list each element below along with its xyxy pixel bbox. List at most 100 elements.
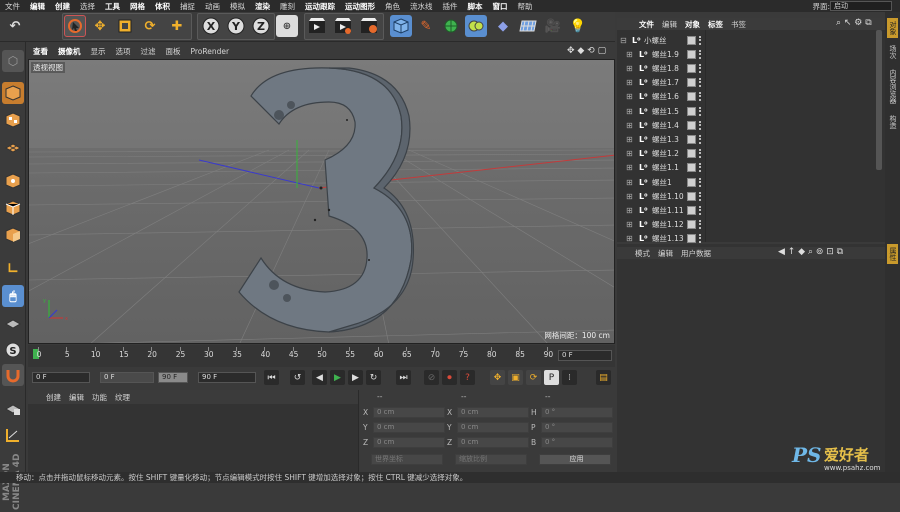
polygons-icon[interactable] — [2, 224, 24, 246]
object-row[interactable]: ⊞ L⁰ 螺丝1.10 — [618, 189, 874, 203]
visibility-checkbox[interactable] — [687, 220, 696, 230]
viewport-menu-item[interactable]: 过滤 — [136, 46, 161, 57]
attribute-menu-item[interactable]: 编辑 — [654, 248, 677, 259]
axis-mode-icon[interactable]: ∟ — [2, 258, 24, 280]
object-row[interactable]: ⊞ L⁰ 螺丝1.7 — [618, 76, 874, 90]
z-axis-icon[interactable]: Z — [250, 15, 272, 37]
coord-size-field[interactable]: 0 cm — [457, 407, 529, 418]
edges-icon[interactable] — [2, 197, 24, 219]
tree-expand-icon[interactable]: ⊞ — [626, 234, 633, 243]
attribute-menu-item[interactable]: 用户数据 — [677, 248, 715, 259]
visibility-checkbox[interactable] — [687, 106, 696, 116]
menu-item[interactable]: 选择 — [75, 1, 100, 12]
object-name[interactable]: 螺丝1.8 — [652, 63, 679, 74]
x-axis-icon[interactable]: X — [200, 15, 222, 37]
object-row[interactable]: ⊞ L⁰ 螺丝1.6 — [618, 90, 874, 104]
visibility-checkbox[interactable] — [687, 205, 696, 215]
workplane-icon[interactable] — [2, 136, 24, 158]
subdivision-icon[interactable] — [440, 15, 462, 37]
solo-icon[interactable] — [2, 424, 24, 446]
material-menu-item[interactable]: 功能 — [88, 392, 111, 403]
object-row[interactable]: ⊞ L⁰ 螺丝1.12 — [618, 218, 874, 232]
viewport-menu-item[interactable]: 显示 — [86, 46, 111, 57]
object-name[interactable]: 螺丝1.1 — [652, 162, 679, 173]
visibility-dots-icon[interactable] — [699, 134, 704, 144]
menu-item[interactable]: 体积 — [150, 1, 175, 12]
object-name[interactable]: 螺丝1.6 — [652, 91, 679, 102]
visibility-checkbox[interactable] — [687, 134, 696, 144]
next-key-icon[interactable]: ↻ — [366, 370, 381, 385]
render-to-picture-viewer-icon[interactable] — [332, 15, 354, 37]
end-frame-field[interactable]: 90 F — [198, 372, 256, 383]
visibility-dots-icon[interactable] — [699, 163, 704, 173]
object-row[interactable]: ⊞ L⁰ 螺丝1.9 — [618, 47, 874, 61]
next-frame-icon[interactable]: ▶ — [348, 370, 363, 385]
object-menu-item[interactable]: 标签 — [704, 19, 727, 30]
object-name[interactable]: 螺丝1.7 — [652, 77, 679, 88]
move-icon[interactable]: ✥ — [89, 15, 111, 37]
timeline-window-icon[interactable]: ▤ — [596, 370, 611, 385]
object-row[interactable]: ⊞ L⁰ 螺丝1 — [618, 175, 874, 189]
record-icon[interactable]: ⏺ — [442, 370, 457, 385]
material-menu-item[interactable]: 纹理 — [111, 392, 134, 403]
visibility-dots-icon[interactable] — [699, 177, 704, 187]
tab-structure[interactable]: 构造 — [887, 112, 898, 132]
coord-size-field[interactable]: 0 cm — [457, 437, 529, 448]
menu-item[interactable]: 角色 — [380, 1, 405, 12]
start-frame-field[interactable]: 0 F — [32, 372, 90, 383]
visibility-dots-icon[interactable] — [699, 49, 704, 59]
object-row[interactable]: ⊞ L⁰ 螺丝1.8 — [618, 61, 874, 75]
visibility-checkbox[interactable] — [687, 191, 696, 201]
scale-icon[interactable] — [114, 15, 136, 37]
menu-item[interactable]: 模拟 — [225, 1, 250, 12]
visibility-checkbox[interactable] — [687, 63, 696, 73]
layout-select[interactable]: 启动 — [830, 1, 892, 11]
camera-icon[interactable]: 🎥 — [542, 15, 564, 37]
tree-expand-icon[interactable]: ⊞ — [626, 135, 633, 144]
menu-item[interactable]: 运动跟踪 — [300, 1, 340, 12]
visibility-dots-icon[interactable] — [699, 106, 704, 116]
tree-expand-icon[interactable]: ⊞ — [626, 163, 633, 172]
menu-item[interactable]: 插件 — [438, 1, 463, 12]
visibility-dots-icon[interactable] — [699, 149, 704, 159]
menu-item[interactable]: 编辑 — [25, 1, 50, 12]
attribute-menu-item[interactable]: 模式 — [631, 248, 654, 259]
menu-item[interactable]: 帮助 — [513, 1, 538, 12]
tree-expand-icon[interactable]: ⊞ — [626, 92, 633, 101]
object-manager-search-icons[interactable]: ⌕ ↖ ⚙ ⧉ — [836, 18, 872, 28]
mograph-icon[interactable] — [465, 15, 487, 37]
menu-item[interactable]: 脚本 — [463, 1, 488, 12]
menu-item[interactable]: 创建 — [50, 1, 75, 12]
attribute-manager[interactable] — [617, 244, 885, 472]
coord-rotation-field[interactable]: 0 ° — [541, 437, 613, 448]
y-axis-icon[interactable]: Y — [225, 15, 247, 37]
tree-expand-icon[interactable]: ⊞ — [626, 78, 633, 87]
visibility-checkbox[interactable] — [687, 149, 696, 159]
tree-expand-icon[interactable]: ⊞ — [626, 149, 633, 158]
tab-takes[interactable]: 场次 — [887, 42, 898, 62]
viewport-menu-item[interactable]: 摄像机 — [53, 46, 86, 57]
scale-ratio-select[interactable]: 缩放比例 — [455, 454, 527, 465]
tree-expand-icon[interactable]: ⊞ — [626, 178, 633, 187]
deformer-icon[interactable]: ◆ — [492, 15, 514, 37]
coord-rotation-field[interactable]: 0 ° — [541, 422, 613, 433]
visibility-checkbox[interactable] — [687, 234, 696, 244]
tree-expand-icon[interactable]: ⊞ — [626, 121, 633, 130]
object-name[interactable]: 螺丝1.3 — [652, 134, 679, 145]
viewport-menu-item[interactable]: 选项 — [111, 46, 136, 57]
preview-start-field[interactable]: 0 F — [100, 372, 154, 383]
object-name[interactable]: 螺丝1.11 — [652, 205, 684, 216]
visibility-dots-icon[interactable] — [699, 191, 704, 201]
visibility-checkbox[interactable] — [687, 163, 696, 173]
perspective-viewport[interactable]: 透视视图 网格间距：100 cm y x — [28, 59, 615, 344]
undo-icon[interactable]: ↶ — [4, 15, 26, 37]
object-row[interactable]: ⊞ L⁰ 螺丝1.2 — [618, 147, 874, 161]
object-manager-scrollbar[interactable] — [876, 30, 882, 170]
go-to-start-icon[interactable]: ⏮ — [264, 370, 279, 385]
texture-mode-icon[interactable] — [2, 109, 24, 131]
key-scale-icon[interactable]: ▣ — [508, 370, 523, 385]
move-axis-icon[interactable]: ✚ — [166, 15, 188, 37]
tab-content-browser[interactable]: 内容浏览器 — [887, 66, 898, 106]
object-name[interactable]: 螺丝1.13 — [652, 233, 684, 244]
world-coord-select[interactable]: 世界坐标 — [371, 454, 443, 465]
